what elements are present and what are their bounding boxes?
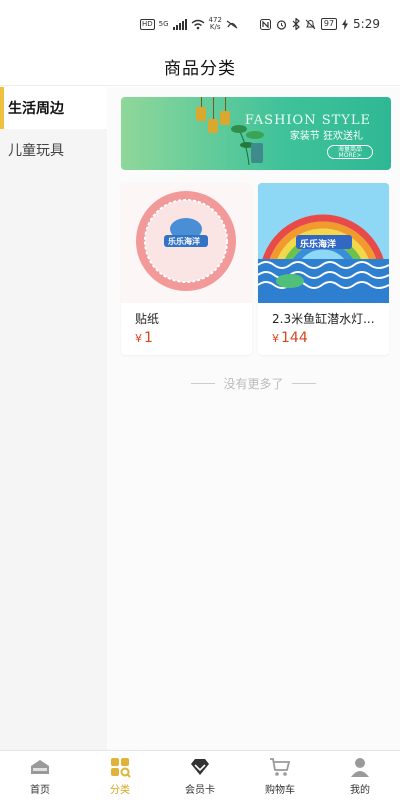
product-price: ¥1 xyxy=(135,330,153,346)
product-card-sticker[interactable]: 乐乐海洋 贴纸 ¥1 xyxy=(121,183,252,355)
tab-home[interactable]: 首页 xyxy=(0,751,80,800)
lamp-cord xyxy=(213,97,214,119)
sidebar-item-label: 生活周边 xyxy=(8,101,64,117)
bottom-tab-bar: 首页 分类 会员卡 购物车 我的 xyxy=(0,750,400,800)
silent-icon xyxy=(305,19,316,29)
sidebar-item-toys[interactable]: 儿童玩具 xyxy=(0,129,107,171)
sidebar-item-life[interactable]: 生活周边 xyxy=(0,87,107,129)
currency-symbol: ¥ xyxy=(135,332,142,345)
hd-badge: HD xyxy=(140,18,155,30)
product-name: 贴纸 xyxy=(135,312,160,326)
no-more-indicator: 没有更多了 xyxy=(107,375,400,392)
cart-icon xyxy=(270,757,291,776)
lamp-logo-text: 乐乐海洋 xyxy=(300,240,337,250)
page-header: 商品分类 xyxy=(0,48,400,86)
lamp-cord xyxy=(201,97,202,107)
user-icon xyxy=(351,757,369,777)
currency-symbol: ¥ xyxy=(272,332,279,345)
product-card-lamp[interactable]: 乐乐海洋 2.3米鱼缸潜水灯... ¥144 xyxy=(258,183,389,355)
home-icon xyxy=(31,759,49,774)
tab-label: 购物车 xyxy=(265,784,295,796)
category-sidebar: 生活周边 儿童玩具 xyxy=(0,87,107,750)
sticker-logo-text: 乐乐海洋 xyxy=(168,237,200,246)
banner-button-label: MORE> xyxy=(338,152,362,159)
charging-icon xyxy=(342,18,349,30)
status-left: HD 5G 472 K/s xyxy=(140,17,238,31)
tab-label: 我的 xyxy=(350,784,370,796)
tab-cart[interactable]: 购物车 xyxy=(240,751,320,800)
lamp-cord xyxy=(225,97,226,111)
network-type: 5G xyxy=(158,20,169,28)
wifi-icon xyxy=(191,19,204,29)
lamp-icon xyxy=(208,119,218,133)
lamp-icon xyxy=(196,107,206,121)
tab-membership[interactable]: 会员卡 xyxy=(160,751,240,800)
alarm-icon xyxy=(276,19,286,30)
tab-label: 首页 xyxy=(30,784,50,796)
promo-banner[interactable]: FASHION STYLE 家装节 狂欢送礼 海量商品 MORE> xyxy=(121,97,391,170)
banner-subtitle: 家装节 狂欢送礼 xyxy=(289,131,363,142)
product-area: FASHION STYLE 家装节 狂欢送礼 海量商品 MORE> 乐乐海洋 贴纸… xyxy=(107,87,400,750)
product-name: 2.3米鱼缸潜水灯... xyxy=(272,312,375,326)
product-image-lamp: 乐乐海洋 xyxy=(258,183,389,303)
banner-more-button[interactable]: 海量商品 MORE> xyxy=(327,145,373,159)
muted-notification-icon xyxy=(226,20,238,29)
bluetooth-icon xyxy=(292,18,300,30)
banner-title: FASHION STYLE xyxy=(244,113,371,128)
no-more-text: 没有更多了 xyxy=(223,377,284,391)
category-icon xyxy=(111,757,131,778)
price-value: 1 xyxy=(144,330,153,346)
nfc-icon xyxy=(259,18,271,30)
battery-level: 97 xyxy=(320,18,338,30)
status-bar: HD 5G 472 K/s 97 5:29 xyxy=(0,0,400,48)
signal-icon xyxy=(172,18,187,30)
page-title: 商品分类 xyxy=(164,59,236,79)
divider-right xyxy=(291,383,316,384)
price-value: 144 xyxy=(281,330,308,346)
tab-category[interactable]: 分类 xyxy=(80,751,160,800)
sidebar-item-label: 儿童玩具 xyxy=(8,143,64,159)
network-speed: 472 K/s xyxy=(209,17,222,31)
diamond-icon xyxy=(191,758,209,775)
clock: 5:29 xyxy=(353,17,380,31)
product-price: ¥144 xyxy=(272,330,308,346)
status-right: 97 5:29 xyxy=(259,17,380,31)
divider-left xyxy=(191,383,216,384)
product-image-sticker: 乐乐海洋 xyxy=(121,183,252,303)
tab-label: 会员卡 xyxy=(185,784,215,796)
tab-label: 分类 xyxy=(110,784,130,796)
speed-unit: K/s xyxy=(209,23,221,31)
tab-profile[interactable]: 我的 xyxy=(320,751,400,800)
